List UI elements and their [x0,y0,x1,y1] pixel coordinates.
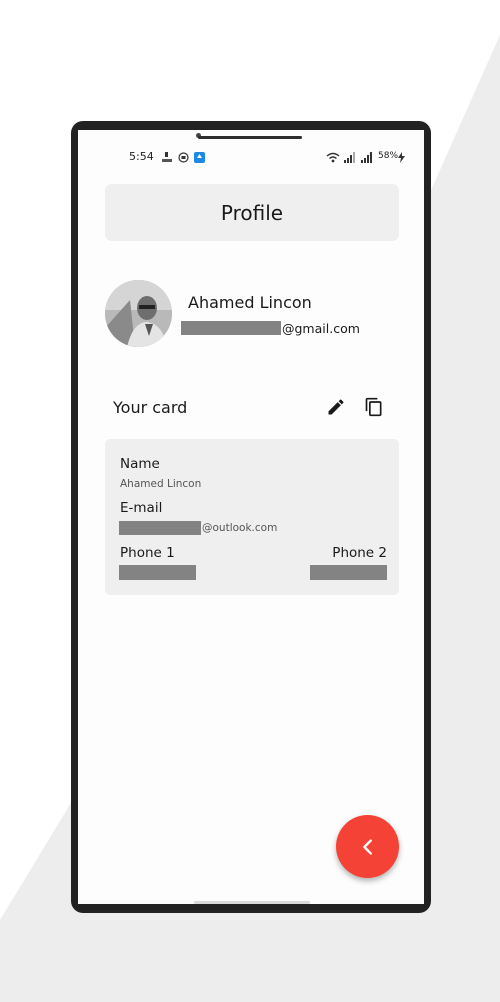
home-indicator [194,901,310,904]
app-screen: 5:54 58% Profile Ahamed Lincon @gmail.co… [78,130,424,904]
chevron-left-icon [362,838,372,855]
copy-icon[interactable] [364,396,384,418]
page-title: Profile [220,200,284,225]
battery-percent: 58% [378,151,399,161]
status-time: 5:54 [129,150,154,163]
avatar[interactable] [105,280,172,347]
card-email-label: E-mail [120,500,163,516]
card-email-domain: @outlook.com [202,522,278,534]
app-notification-icon [194,152,205,163]
edit-icon[interactable] [326,397,346,417]
card-email-value: @outlook.com [119,521,277,535]
card-name-value: Ahamed Lincon [120,478,202,490]
signal-icon-2 [361,152,372,163]
redacted-phone2 [310,565,387,580]
card-phone2-label: Phone 2 [332,545,387,561]
signal-icon [344,152,355,163]
wifi-icon [326,152,340,163]
redacted-phone1 [119,565,196,580]
user-name: Ahamed Lincon [188,293,312,312]
user-email: @gmail.com [181,320,360,336]
phone-frame: 5:54 58% Profile Ahamed Lincon @gmail.co… [71,121,431,913]
email-domain: @gmail.com [282,320,360,336]
your-card-label: Your card [113,398,188,417]
status-bar: 5:54 58% [78,150,424,166]
card-name-label: Name [120,456,160,472]
charging-icon [398,152,405,163]
business-card: Name Ahamed Lincon E-mail @outlook.com P… [105,439,399,595]
avatar-image [105,280,172,347]
redacted-card-email [119,521,201,535]
back-button[interactable] [336,815,399,878]
header-card: Profile [105,184,399,241]
card-phone1-label: Phone 1 [120,545,175,561]
redacted-email-local [181,321,281,335]
notification-icon [178,152,189,163]
data-speed-icon [162,152,172,162]
notch-bar [198,136,302,139]
